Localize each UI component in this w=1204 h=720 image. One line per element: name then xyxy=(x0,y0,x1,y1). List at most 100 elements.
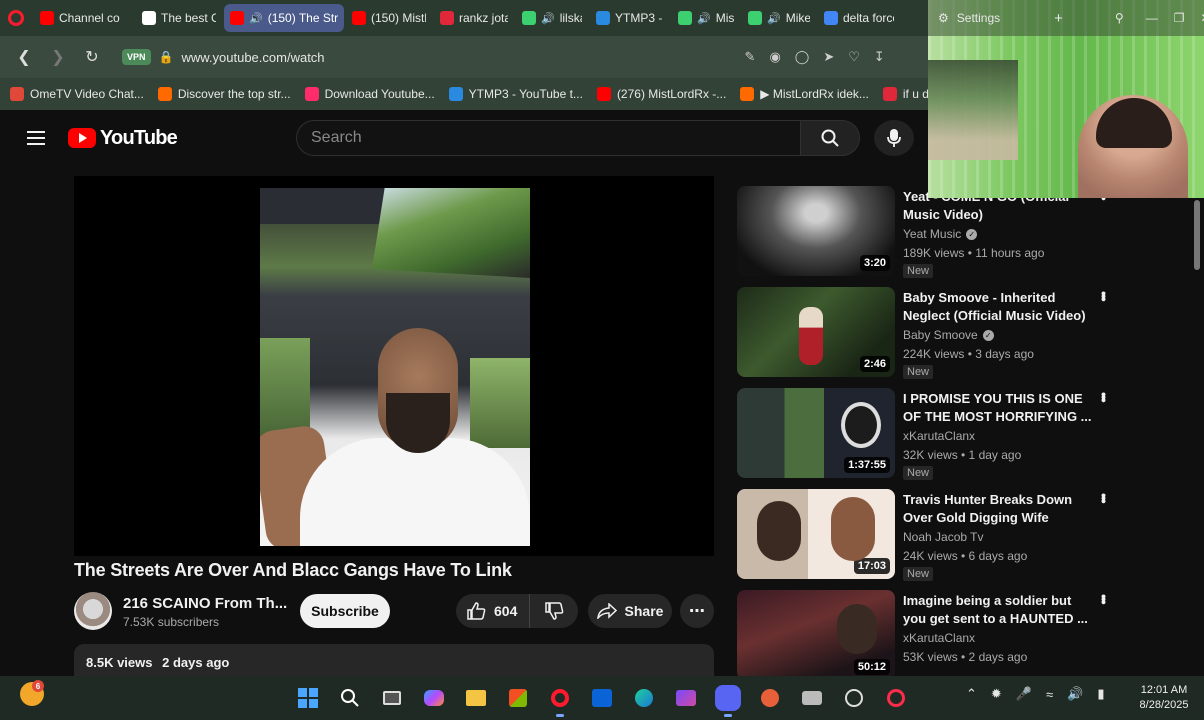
lock-icon[interactable]: 🔒 xyxy=(159,50,174,64)
app-icon[interactable] xyxy=(754,682,786,714)
recommendation-more-icon[interactable]: ••• xyxy=(1096,392,1112,401)
description-box[interactable]: 8.5K views 2 days ago xyxy=(74,644,714,676)
recommendation-title[interactable]: Travis Hunter Breaks Down Over Gold Digg… xyxy=(903,491,1097,527)
wifi-icon[interactable]: ≈ xyxy=(1046,687,1053,702)
recommendation-channel[interactable]: Yeat Music ✓ xyxy=(903,227,978,241)
reload-button[interactable]: ↻ xyxy=(78,43,106,71)
file-explorer-icon[interactable] xyxy=(460,682,492,714)
recommendation-title[interactable]: Baby Smoove - Inherited Neglect (Officia… xyxy=(903,289,1097,325)
browser-tab[interactable]: YTMP3 - Yo xyxy=(590,4,670,32)
browser-tab[interactable]: 🔊 lilskam xyxy=(516,4,588,32)
battery-icon[interactable]: ▮ xyxy=(1097,686,1104,702)
game-app-icon[interactable] xyxy=(838,682,870,714)
browser-tab[interactable]: rankz jotak xyxy=(434,4,514,32)
recommendation-channel[interactable]: xKarutaClanx xyxy=(903,429,975,443)
volume-icon[interactable]: 🔊 xyxy=(1067,686,1083,702)
task-view-icon[interactable] xyxy=(376,682,408,714)
taskbar-search-icon[interactable] xyxy=(334,682,366,714)
speaker-icon[interactable]: 🔊 xyxy=(541,12,555,25)
taskbar-clock[interactable]: 12:01 AM 8/28/2025 xyxy=(1132,683,1196,713)
browser-tab[interactable]: 🔊 (150) The Stree xyxy=(224,4,344,32)
forward-button[interactable]: ❯ xyxy=(44,43,72,71)
outlook-icon[interactable] xyxy=(586,682,618,714)
recommendation-title[interactable]: Imagine being a soldier but you get sent… xyxy=(903,592,1097,628)
bluetooth-icon[interactable]: ✹ xyxy=(991,686,1002,702)
copilot-icon[interactable] xyxy=(418,682,450,714)
bookmark-item[interactable]: OmeTV Video Chat... xyxy=(10,87,144,101)
gear-icon[interactable]: ⚙ xyxy=(938,11,949,25)
tab-search-icon[interactable]: ⚲ xyxy=(1115,11,1124,25)
camera-app-icon[interactable] xyxy=(796,682,828,714)
recommendation-more-icon[interactable]: ••• xyxy=(1096,291,1112,300)
url-field[interactable]: www.youtube.com/watch xyxy=(181,50,324,65)
channel-name[interactable]: 216 SCAINO From Th... xyxy=(123,595,293,612)
restore-icon[interactable]: ❐ xyxy=(1174,11,1185,25)
vpn-badge[interactable]: VPN xyxy=(122,49,151,65)
back-button[interactable]: ❮ xyxy=(10,43,38,71)
more-actions-button[interactable]: ⋯ xyxy=(680,594,714,628)
opera-gx-icon[interactable] xyxy=(880,682,912,714)
bookmark-item[interactable]: YTMP3 - YouTube t... xyxy=(448,87,583,101)
recommendation-item[interactable]: 17:03 Travis Hunter Breaks Down Over Gold… xyxy=(737,489,1117,581)
video-thumbnail[interactable]: 3:20 xyxy=(737,186,895,276)
send-icon[interactable]: ➤ xyxy=(823,49,834,65)
browser-tab[interactable]: Channel co xyxy=(34,4,134,32)
edge-icon[interactable] xyxy=(628,682,660,714)
opera-logo-icon[interactable] xyxy=(8,10,24,26)
speaker-icon[interactable]: 🔊 xyxy=(249,12,263,25)
store-icon[interactable] xyxy=(502,682,534,714)
recommendation-channel[interactable]: Noah Jacob Tv xyxy=(903,530,984,544)
youtube-logo[interactable]: YouTube xyxy=(68,127,178,150)
browser-tab[interactable]: delta force xyxy=(818,4,900,32)
bookmark-item[interactable]: Download Youtube... xyxy=(304,87,435,101)
start-windows-icon[interactable] xyxy=(292,682,324,714)
voice-search-button[interactable] xyxy=(874,120,914,156)
download-icon[interactable]: ↧ xyxy=(874,49,885,65)
recommendation-item[interactable]: 50:12 Imagine being a soldier but you get… xyxy=(737,590,1117,676)
recommendation-more-icon[interactable]: ••• xyxy=(1096,594,1112,603)
recommendation-item[interactable]: 2:46 Baby Smoove - Inherited Neglect (Off… xyxy=(737,287,1117,379)
recommendation-channel[interactable]: xKarutaClanx xyxy=(903,631,975,645)
browser-tab[interactable]: The best Cl xyxy=(136,4,222,32)
heart-icon[interactable]: ♡ xyxy=(848,49,860,65)
camera-icon[interactable]: ◉ xyxy=(769,49,780,65)
settings-tab-label[interactable]: Settings xyxy=(957,11,1000,25)
shield-icon[interactable]: ◯ xyxy=(795,49,810,65)
scrollbar-thumb[interactable] xyxy=(1194,200,1200,270)
hamburger-menu-icon[interactable] xyxy=(16,118,56,158)
share-button[interactable]: Share xyxy=(588,594,672,628)
close-icon[interactable]: ✕ xyxy=(1200,11,1204,25)
browser-tab[interactable]: 🔊 MikeSr xyxy=(742,4,816,32)
channel-avatar[interactable] xyxy=(74,592,112,630)
bookmark-item[interactable]: (276) MistLordRx -... xyxy=(596,87,726,101)
browser-tab[interactable]: (150) Mistl xyxy=(346,4,432,32)
speaker-icon[interactable]: 🔊 xyxy=(767,12,781,25)
recommendation-title[interactable]: I PROMISE YOU THIS IS ONE OF THE MOST HO… xyxy=(903,390,1097,426)
dislike-button[interactable] xyxy=(530,594,578,628)
search-input[interactable] xyxy=(296,120,800,156)
video-player[interactable] xyxy=(74,176,714,556)
new-tab-icon[interactable]: + xyxy=(1054,10,1063,27)
discord-icon[interactable] xyxy=(712,682,744,717)
recommendation-item[interactable]: 3:20Yeat - COME N GO (Official Music Vid… xyxy=(737,186,1117,278)
minimize-icon[interactable]: — xyxy=(1146,11,1158,25)
speaker-icon[interactable]: 🔊 xyxy=(697,12,711,25)
browser-tab[interactable]: 🔊 MistGo xyxy=(672,4,740,32)
video-thumbnail[interactable]: 50:12 xyxy=(737,590,895,676)
subscribe-button[interactable]: Subscribe xyxy=(300,594,390,628)
recommendation-channel[interactable]: Baby Smoove ✓ xyxy=(903,328,994,342)
bookmark-item[interactable]: Discover the top str... xyxy=(157,87,291,101)
mic-tray-icon[interactable]: 🎤 xyxy=(1016,686,1032,702)
opera-taskbar-icon[interactable] xyxy=(544,682,576,717)
search-button[interactable] xyxy=(800,120,860,156)
recommendation-more-icon[interactable]: ••• xyxy=(1096,493,1112,502)
clipchamp-icon[interactable] xyxy=(670,682,702,714)
video-thumbnail[interactable]: 2:46 xyxy=(737,287,895,377)
bookmark-item[interactable]: ▶ MistLordRx idek... xyxy=(740,87,869,101)
video-frame[interactable] xyxy=(260,188,530,546)
chevron-up-icon[interactable]: ⌃ xyxy=(966,686,977,702)
edit-icon[interactable]: ✎ xyxy=(745,49,756,65)
like-button[interactable]: 604 xyxy=(456,594,531,628)
video-thumbnail[interactable]: 1:37:55 xyxy=(737,388,895,478)
video-thumbnail[interactable]: 17:03 xyxy=(737,489,895,579)
